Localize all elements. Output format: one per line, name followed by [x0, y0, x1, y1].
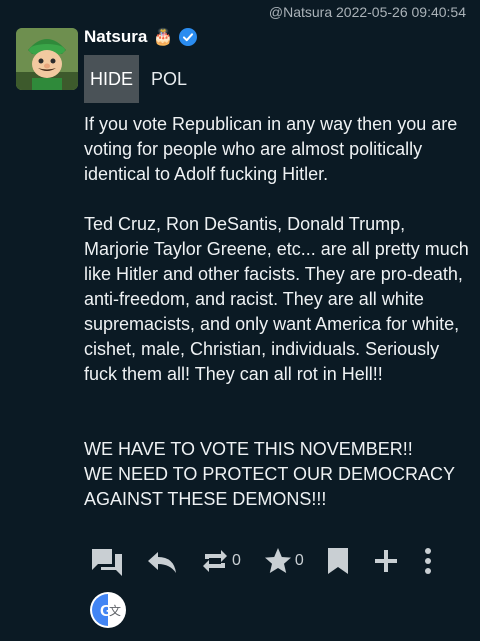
- post-tags: HIDE POL: [84, 55, 187, 103]
- verified-icon: [179, 28, 198, 46]
- boost-count: 0: [232, 552, 241, 569]
- post-paragraph: Ted Cruz, Ron DeSantis, Donald Trump, Ma…: [84, 214, 469, 384]
- author-handle[interactable]: @Natsura: [269, 4, 332, 20]
- post-actions: 0 0: [90, 545, 456, 577]
- more-options-add-button[interactable]: [372, 547, 400, 575]
- bookmark-button[interactable]: [326, 546, 350, 576]
- boost-button[interactable]: 0: [200, 546, 241, 576]
- post-timestamp[interactable]: 2022-05-26 09:40:54: [336, 4, 466, 20]
- replies-button[interactable]: [90, 545, 124, 577]
- avatar[interactable]: [16, 28, 78, 90]
- cake-icon: 🎂: [153, 29, 174, 46]
- star-icon: [264, 548, 291, 573]
- translate-icon: G 文: [90, 592, 126, 628]
- plus-icon: [374, 550, 397, 572]
- reply-button[interactable]: [146, 547, 178, 575]
- favourite-count: 0: [294, 552, 304, 569]
- boost-icon: [203, 550, 227, 572]
- post-content: If you vote Republican in any way then y…: [84, 112, 470, 512]
- translate-button[interactable]: G 文: [90, 592, 126, 628]
- author-name[interactable]: Natsura: [84, 27, 147, 47]
- more-vertical-icon: [424, 548, 431, 574]
- bookmark-icon: [327, 548, 348, 574]
- author-row: Natsura 🎂: [84, 27, 198, 47]
- topic-tag: POL: [151, 68, 188, 89]
- favourite-button[interactable]: 0: [263, 546, 304, 576]
- post-meta: @Natsura 2022-05-26 09:40:54: [269, 4, 466, 20]
- post-paragraph: WE NEED TO PROTECT OUR DEMOCRACY AGAINST…: [84, 464, 455, 509]
- replies-icon: [92, 549, 122, 576]
- hide-button[interactable]: HIDE: [84, 55, 140, 103]
- avatar-image: [16, 28, 78, 90]
- more-menu-button[interactable]: [422, 546, 434, 576]
- post-paragraph: WE HAVE TO VOTE THIS NOVEMBER!!: [84, 439, 413, 459]
- post-paragraph: If you vote Republican in any way then y…: [84, 114, 458, 184]
- reply-icon: [148, 552, 176, 573]
- svg-text:文: 文: [109, 603, 121, 618]
